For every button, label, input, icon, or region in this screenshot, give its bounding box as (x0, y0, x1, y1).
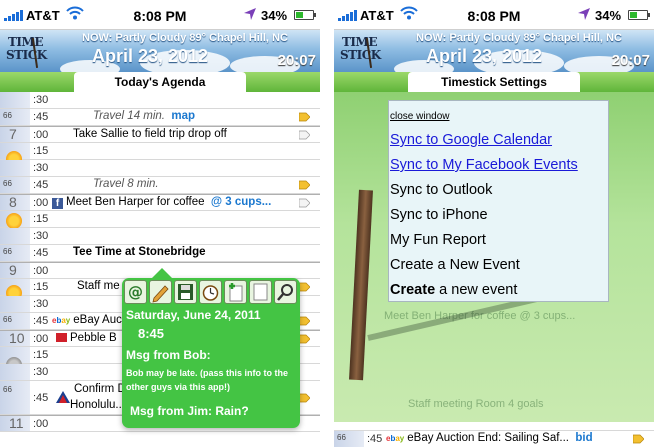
event-title[interactable]: Take Sallie to field trip drop off (73, 128, 227, 140)
settings-screen: AT&T 8:08 PM 34% TIME STICK NOW: Partly … (334, 0, 654, 447)
tag-icon[interactable] (299, 180, 310, 190)
background-event-row: Staff meeting Room 4 goals (408, 398, 544, 410)
tag-icon[interactable] (299, 198, 310, 208)
status-bar: AT&T 8:08 PM 34% (334, 0, 654, 30)
tag-icon[interactable] (299, 334, 310, 344)
weather-text: NOW: Partly Cloudy 89° Chapel Hill, NC (82, 32, 288, 44)
agenda-row[interactable]: 66 :45 ebay eBay Auction End: Sailing Saf… (334, 430, 654, 447)
weather-header: TIME STICK NOW: Partly Cloudy 89° Chapel… (0, 30, 320, 72)
agenda-screen: AT&T 8:08 PM 34% TIME STICK NOW: Partly … (0, 0, 320, 447)
location-icon (578, 8, 590, 20)
popup-message-body: Bob may be late. (pass this info to the … (126, 368, 289, 392)
header-clock: 20:07 (611, 52, 650, 69)
agenda-row[interactable]: :30 (0, 92, 320, 109)
email-icon[interactable]: @ (124, 280, 147, 304)
page-title: Timestick Settings (408, 72, 580, 92)
airline-icon (56, 391, 70, 403)
battery-icon (294, 10, 316, 20)
close-window-link[interactable]: close window (390, 111, 449, 122)
battery-icon (628, 10, 650, 20)
facebook-icon: f (52, 198, 63, 209)
sync-facebook-link[interactable]: Sync to My Facebook Events (390, 157, 578, 173)
travel-text: Travel 14 min. (93, 110, 166, 122)
tag-icon[interactable] (633, 434, 644, 444)
title-bar: Timestick Settings (334, 72, 654, 92)
event-popup[interactable]: @ Saturday, June 24, 2011 8:45 Msg from … (122, 268, 300, 428)
add-note-icon[interactable] (224, 280, 247, 304)
agenda-row[interactable]: :30 (0, 160, 320, 177)
travel-text: Travel 8 min. (93, 178, 159, 190)
note-icon[interactable] (249, 280, 272, 304)
bid-link[interactable]: bid (575, 432, 592, 444)
event-title[interactable]: Staff me (77, 280, 120, 292)
tv-icon (56, 333, 67, 342)
event-title[interactable]: Tee Time at Stonebridge (73, 246, 206, 258)
popup-message-header: Msg from Bob: (126, 348, 211, 362)
search-icon[interactable] (274, 280, 297, 304)
map-link[interactable]: map (171, 110, 195, 122)
event-title[interactable]: Confirm D (74, 383, 126, 395)
popup-date: Saturday, June 24, 2011 (126, 308, 261, 322)
timestick-logo: TIME STICK (338, 34, 386, 70)
page-title: Today's Agenda (74, 72, 246, 92)
popup-message-2: Msg from Jim: Rain? (130, 404, 249, 418)
tag-icon[interactable] (299, 316, 310, 326)
agenda-row[interactable]: 8 :00 f Meet Ben Harper for coffee @ 3 cu… (0, 194, 320, 211)
tag-icon[interactable] (299, 112, 310, 122)
weather-header: TIME STICK NOW: Partly Cloudy 89° Chapel… (334, 30, 654, 72)
battery-percent: 34% (261, 8, 288, 23)
sunny-icon (6, 213, 22, 229)
event-title[interactable]: Meet Ben Harper for coffee (66, 196, 205, 208)
sync-outlook-item[interactable]: Sync to Outlook (390, 182, 492, 198)
ebay-icon: ebay (52, 316, 71, 325)
alarm-clock-icon[interactable] (199, 280, 222, 304)
location-link[interactable]: @ 3 cups... (211, 196, 271, 208)
event-subtitle: Honolulu... (70, 399, 125, 411)
agenda-row[interactable]: :15 (0, 143, 320, 167)
agenda-row[interactable]: 66 :45 Travel 14 min. map (0, 109, 320, 126)
agenda-row[interactable]: :30 (0, 228, 320, 245)
ebay-icon: ebay (386, 434, 405, 443)
tag-icon[interactable] (299, 393, 310, 403)
create-new-event-item[interactable]: Create a New Event (390, 257, 520, 273)
save-disk-icon[interactable] (174, 280, 197, 304)
weather-text: NOW: Partly Cloudy 89° Chapel Hill, NC (416, 32, 622, 44)
header-date: April 23, 2012 (92, 46, 209, 66)
svg-text:@: @ (128, 283, 143, 301)
agenda-row[interactable]: 66 :45 Tee Time at Stonebridge (0, 245, 320, 262)
agenda-row[interactable]: 66 :45 Travel 8 min. (0, 177, 320, 194)
tag-icon[interactable] (299, 130, 310, 140)
edit-pencil-icon[interactable] (149, 280, 172, 304)
event-title[interactable]: eBay Auc (73, 314, 122, 326)
title-bar: Today's Agenda (0, 72, 320, 92)
event-title[interactable]: Pebble B (70, 332, 117, 344)
tag-icon[interactable] (299, 282, 310, 292)
popup-time: 8:45 (138, 326, 165, 341)
battery-percent: 34% (595, 8, 622, 23)
create-event-item[interactable]: Create a new event (390, 282, 517, 298)
agenda-row[interactable]: :15 (0, 211, 320, 229)
header-date: April 23, 2012 (426, 46, 543, 66)
event-title[interactable]: eBay Auction End: Sailing Saf... (407, 432, 569, 444)
timestick-logo: TIME STICK (4, 34, 52, 70)
status-bar: AT&T 8:08 PM 34% (0, 0, 320, 30)
agenda-row[interactable]: 7 :00 Take Sallie to field trip drop off (0, 126, 320, 143)
location-icon (244, 8, 256, 20)
header-clock: 20:07 (277, 52, 316, 69)
settings-menu: close window Sync to Google Calendar Syn… (388, 100, 609, 302)
fun-report-item[interactable]: My Fun Report (390, 232, 486, 248)
sync-google-calendar-link[interactable]: Sync to Google Calendar (390, 132, 552, 148)
sync-iphone-item[interactable]: Sync to iPhone (390, 207, 488, 223)
